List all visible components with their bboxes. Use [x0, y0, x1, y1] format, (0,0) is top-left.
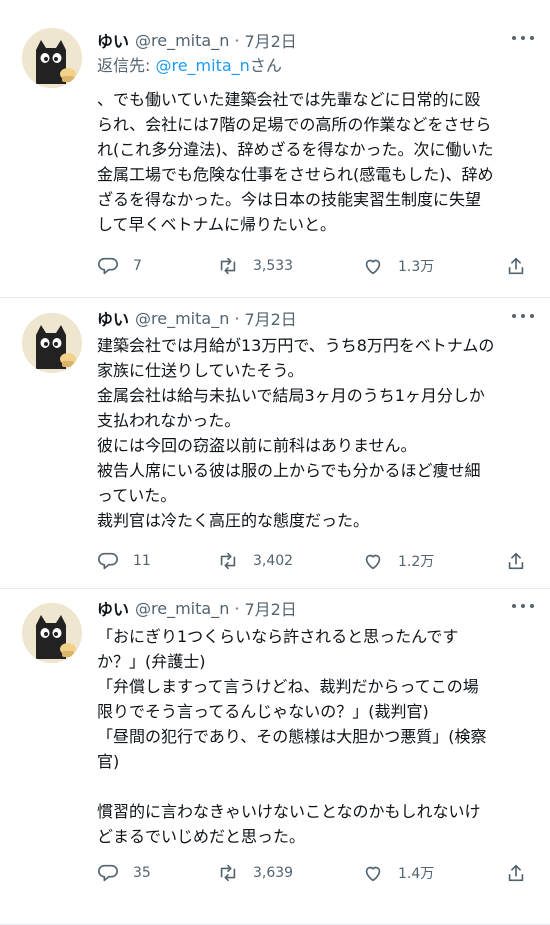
tweet-header: ゆい @re_mita_n · 7月2日 — [97, 27, 534, 53]
share-button[interactable] — [505, 253, 527, 279]
tweet-text-line: 官) — [97, 752, 120, 771]
reply-icon — [98, 257, 118, 275]
avatar[interactable] — [22, 313, 82, 373]
retweet-icon — [220, 552, 236, 570]
tweet-text-line: 慣習的に言わなきゃいけないことなのかもしれないけ — [97, 802, 481, 821]
tweet-header: ゆい @re_mita_n · 7月2日 — [97, 595, 534, 621]
reply-count: 11 — [133, 553, 151, 569]
share-icon — [508, 864, 524, 882]
reply-icon — [98, 552, 118, 570]
more-icon[interactable] — [512, 29, 534, 47]
tweet-text-line: 限りでそう言ってるんじゃないの？」(裁判官) — [97, 702, 429, 721]
share-button[interactable] — [505, 548, 527, 574]
avatar[interactable] — [22, 28, 82, 88]
reply-button[interactable]: 7 — [97, 253, 142, 279]
tweet-text-line: 彼には今回の窃盗以前に前科はありません。 — [97, 436, 417, 455]
heart-icon — [365, 866, 381, 882]
avatar[interactable] — [22, 603, 82, 663]
separator-dot: · — [234, 30, 240, 50]
tweet-text-line: 、でも働いていた建築会社では先輩などに日常的に殴 — [97, 90, 481, 109]
tweet-text-line: 支払われなかった。 — [97, 411, 241, 430]
tweet-text: 、でも働いていた建築会社では先輩などに日常的に殴 られ、会社には7階の足場での高… — [97, 87, 532, 237]
display-name[interactable]: ゆい — [97, 306, 129, 330]
like-count: 1.4万 — [398, 866, 435, 882]
tweet-actions: 35 3,639 1.4万 — [97, 860, 532, 886]
like-count: 1.2万 — [398, 554, 435, 570]
avatar-cat-image — [22, 313, 82, 373]
tweet-text-line: られ、会社には7階の足場での高所の作業などをさせら — [97, 115, 492, 134]
tweet-text-line: 金属会社は給与未払いで結局3ヶ月のうち1ヶ月分しか — [97, 386, 485, 405]
tweet-text-line: 金属工場でも危険な仕事をさせられ(感電もした)、辞め — [97, 165, 494, 184]
user-handle[interactable]: @re_mita_n — [135, 599, 229, 618]
retweet-count: 3,639 — [253, 865, 294, 881]
tweet-text-line: 被告人席にいる彼は服の上からでも分かるほど痩せ細 — [97, 461, 481, 480]
tweet-text-blank-line — [97, 774, 532, 799]
reply-to-suffix: さん — [249, 56, 282, 75]
reply-button[interactable]: 11 — [97, 548, 151, 574]
reply-to-line: 返信先: @re_mita_nさん — [97, 53, 532, 79]
separator-dot: · — [234, 598, 240, 618]
tweet-actions: 11 3,402 1.2万 — [97, 548, 532, 574]
reply-to-mention[interactable]: @re_mita_n — [155, 56, 249, 75]
tweet-text-line: して早くベトナムに帰りたいと。 — [97, 215, 337, 234]
retweet-button[interactable]: 3,533 — [217, 253, 293, 279]
reply-button[interactable]: 35 — [97, 860, 151, 886]
tweet-text-line: 裁判官は冷たく高圧的な態度だった。 — [97, 511, 370, 530]
tweet-text-line: 「おにぎり1つくらいなら許されると思ったんです — [97, 627, 459, 646]
like-button[interactable]: 1.2万 — [362, 548, 434, 574]
separator-dot: · — [234, 308, 240, 328]
tweet-date[interactable]: 7月2日 — [244, 596, 296, 620]
reply-icon — [98, 864, 118, 882]
avatar-cat-image — [22, 603, 82, 663]
like-count: 1.3万 — [398, 259, 435, 275]
tweet-text: 建築会社では月給が13万円で、うち8万円をベトナムの 家族に仕送りしていたそう。… — [97, 333, 532, 533]
user-handle[interactable]: @re_mita_n — [135, 31, 229, 50]
reply-to-label: 返信先: — [97, 56, 156, 75]
tweet-text-line: ざるを得なかった。今は日本の技能実習生制度に失望 — [97, 190, 482, 209]
tweet[interactable]: ゆい @re_mita_n · 7月2日 返信先: @re_mita_nさん 、… — [0, 0, 550, 298]
share-icon — [508, 552, 524, 570]
share-button[interactable] — [505, 860, 527, 886]
tweet[interactable]: ゆい @re_mita_n · 7月2日 建築会社では月給が13万円で、うち8万… — [0, 298, 550, 589]
display-name[interactable]: ゆい — [97, 596, 129, 620]
share-icon — [508, 257, 524, 275]
retweet-button[interactable]: 3,639 — [217, 860, 293, 886]
tweet-date[interactable]: 7月2日 — [244, 306, 296, 330]
retweet-button[interactable]: 3,402 — [217, 548, 293, 574]
retweet-count: 3,402 — [253, 553, 294, 569]
tweet[interactable]: ゆい @re_mita_n · 7月2日 「おにぎり1つくらいなら許されると思っ… — [0, 589, 550, 925]
tweet-text-line: 建築会社では月給が13万円で、うち8万円をベトナムの — [97, 336, 495, 355]
like-button[interactable]: 1.4万 — [362, 860, 434, 886]
retweet-icon — [220, 864, 236, 882]
display-name[interactable]: ゆい — [97, 28, 129, 52]
more-icon[interactable] — [512, 307, 534, 325]
heart-icon — [365, 554, 381, 570]
tweet-text: 「おにぎり1つくらいなら許されると思ったんです か？」(弁護士) 「弁償しますっ… — [97, 624, 532, 849]
retweet-icon — [220, 257, 236, 275]
tweet-text-line: っていた。 — [97, 486, 177, 505]
more-icon[interactable] — [512, 597, 534, 615]
reply-count: 35 — [133, 865, 151, 881]
tweet-text-line: れ(これ多分違法)、辞めざるを得なかった。次に働いた — [97, 140, 494, 159]
tweet-text-line: か？」(弁護士) — [97, 652, 206, 671]
avatar-cat-image — [22, 28, 82, 88]
reply-count: 7 — [133, 258, 142, 274]
retweet-count: 3,533 — [253, 258, 294, 274]
like-button[interactable]: 1.3万 — [362, 253, 434, 279]
tweet-text-line: どまるでいじめだと思った。 — [97, 827, 306, 846]
tweet-header: ゆい @re_mita_n · 7月2日 — [97, 305, 534, 331]
tweet-text-line: 「昼間の犯行であり、その態様は大胆かつ悪質」(検察 — [97, 727, 487, 746]
tweet-date[interactable]: 7月2日 — [244, 28, 296, 52]
heart-icon — [365, 259, 381, 275]
user-handle[interactable]: @re_mita_n — [135, 309, 229, 328]
tweet-text-line: 「弁償しますって言うけどね、裁判だからってこの場 — [97, 677, 479, 696]
tweet-actions: 7 3,533 1.3万 — [97, 253, 532, 279]
tweet-thread: ゆい @re_mita_n · 7月2日 返信先: @re_mita_nさん 、… — [0, 0, 550, 925]
tweet-text-line: 家族に仕送りしていたそう。 — [97, 361, 304, 380]
